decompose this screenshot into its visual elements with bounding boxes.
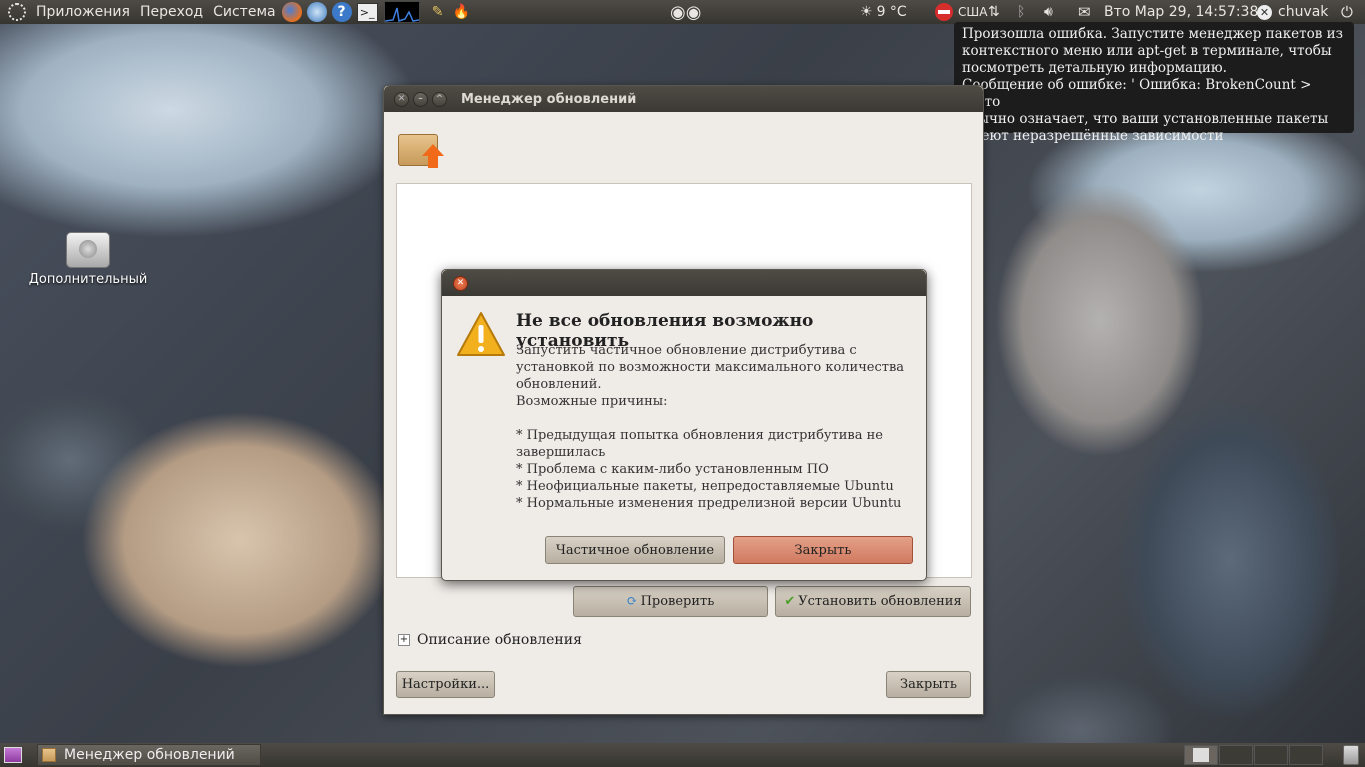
user-name: chuvak [1278, 4, 1329, 20]
window-maximize-icon[interactable]: ^ [432, 91, 447, 107]
hard-drive-icon [66, 232, 110, 268]
help-icon[interactable]: ? [331, 2, 352, 22]
weather-temperature: 9 °C [876, 4, 907, 20]
install-updates-button[interactable]: ✔ Установить обновления [775, 586, 971, 617]
window-title: Менеджер обновлений [461, 91, 637, 107]
dialog-body-line: * Проблема с каким-либо установленным ПО [516, 462, 829, 477]
expander-plus-icon: + [398, 634, 410, 646]
dialog-body-line [516, 410, 920, 427]
package-task-icon [42, 748, 56, 762]
desktop-icon-label: Дополнительный [28, 272, 148, 287]
desktop-drive-icon[interactable]: Дополнительный [28, 232, 148, 287]
dialog-body-line: * Нормальные изменения предрелизной верс… [516, 496, 902, 511]
ubuntu-logo-icon[interactable] [8, 3, 26, 21]
menu-applications[interactable]: Приложения [36, 4, 130, 20]
package-update-icon [398, 130, 444, 170]
partial-upgrade-button[interactable]: Частичное обновление [545, 536, 725, 564]
checkmark-icon: ✔ [784, 594, 796, 609]
dialog-body-line: Возможные причины: [516, 394, 668, 409]
dialog-body-line: * Предыдущая попытка обновления дистрибу… [516, 428, 883, 443]
weather-sun-icon: ☀ [860, 4, 873, 20]
browser-icon[interactable] [306, 2, 327, 22]
system-monitor-icon[interactable] [383, 1, 420, 23]
user-menu[interactable]: ✕ chuvak [1257, 0, 1328, 24]
dialog-body-line: Запустить частичное обновление дистрибут… [516, 343, 857, 358]
dialog-body: Запустить частичное обновление дистрибут… [516, 342, 920, 512]
window-titlebar[interactable]: ✕ – ^ Менеджер обновлений [384, 86, 983, 112]
dialog-titlebar[interactable]: ✕ [442, 270, 926, 296]
keyboard-layout-indicator[interactable]: США [958, 0, 987, 24]
warning-icon [456, 310, 506, 358]
dialog-body-line: обновлений. [516, 377, 602, 392]
error-tooltip: Произошла ошибка. Запустите менеджер пак… [954, 22, 1354, 144]
refresh-icon: ⟳ [626, 594, 638, 609]
bluetooth-icon[interactable]: ᛒ [1017, 0, 1025, 24]
taskbar-item-update-manager[interactable]: Менеджер обновлений [37, 744, 261, 766]
tooltip-line: посмотреть детальную информацию. [962, 60, 1227, 76]
dialog-body-line: * Неофициальные пакеты, непредоставляемы… [516, 479, 894, 494]
tooltip-line: Сообщение об ошибке: ' Ошибка: BrokenCou… [962, 77, 1312, 110]
clock[interactable]: Вто Мар 29, 14:57:38 [1104, 0, 1258, 24]
flame-icon[interactable]: 🔥 [453, 2, 470, 22]
settings-button[interactable]: Настройки... [396, 671, 495, 698]
tooltip-line: контекстного меню или apt-get в терминал… [962, 43, 1332, 59]
menu-places[interactable]: Переход [140, 4, 203, 20]
check-button[interactable]: ⟳ Проверить [573, 586, 768, 617]
window-minimize-icon[interactable]: – [413, 91, 428, 107]
dialog-body-line: установкой по возможности максимального … [516, 360, 905, 375]
workspace-2[interactable] [1219, 745, 1253, 765]
user-status-icon: ✕ [1257, 4, 1272, 20]
workspace-4[interactable] [1289, 745, 1323, 765]
tooltip-line: обычно означает, что ваши установленные … [962, 111, 1329, 127]
firefox-icon[interactable] [281, 2, 302, 22]
check-button-label: Проверить [640, 594, 715, 609]
expander-label: Описание обновления [417, 632, 582, 648]
install-button-label: Установить обновления [798, 594, 962, 609]
workspace-1[interactable] [1184, 745, 1218, 765]
window-close-button[interactable]: Закрыть [886, 671, 971, 698]
update-description-expander[interactable]: + Описание обновления [398, 632, 582, 648]
weather-applet[interactable]: ☀ 9 °C [860, 0, 907, 24]
edit-tool-icon[interactable]: ✎ [428, 2, 448, 22]
terminal-icon[interactable]: >_ [356, 2, 378, 22]
error-notification-icon[interactable] [935, 0, 953, 24]
task-label: Менеджер обновлений [64, 747, 235, 763]
power-icon[interactable]: ⏻ [1341, 0, 1353, 24]
volume-icon[interactable]: 🔊︎ [1044, 0, 1053, 24]
dialog-close-icon[interactable]: ✕ [453, 275, 468, 291]
dialog-close-button[interactable]: Закрыть [733, 536, 913, 564]
eyes-applet-icon: ◉◉ [670, 1, 702, 23]
window-close-icon[interactable]: ✕ [394, 91, 409, 107]
menu-system[interactable]: Система [213, 4, 275, 20]
mail-icon[interactable]: ✉ [1078, 0, 1091, 24]
dialog-body-line: завершилась [516, 445, 606, 460]
tooltip-line: имеют неразрешённые зависимости [962, 128, 1224, 144]
tooltip-line: Произошла ошибка. Запустите менеджер пак… [962, 26, 1343, 42]
trash-icon[interactable] [1343, 745, 1359, 765]
show-desktop-icon[interactable] [4, 747, 22, 763]
network-icon[interactable]: ⇅ [988, 0, 1000, 24]
workspace-3[interactable] [1254, 745, 1288, 765]
partial-upgrade-dialog: ✕ Не все обновления возможно установить … [441, 269, 927, 581]
